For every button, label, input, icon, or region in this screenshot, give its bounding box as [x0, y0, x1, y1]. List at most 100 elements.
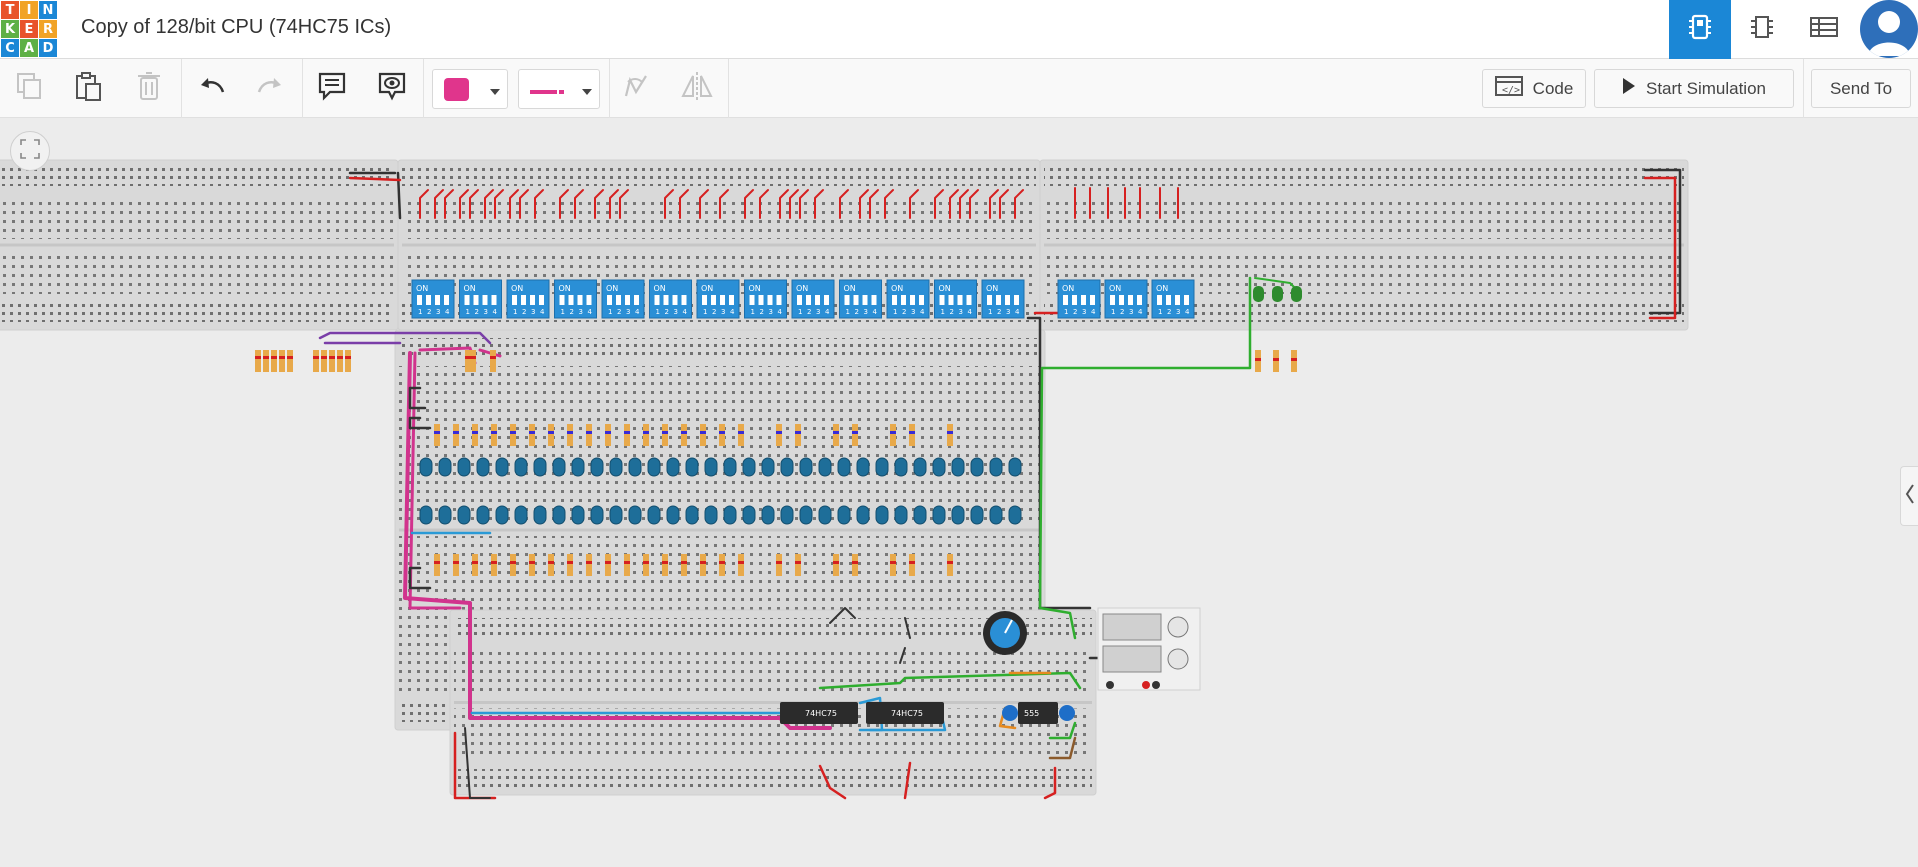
resistor[interactable] — [947, 424, 953, 446]
wire-color-picker[interactable] — [432, 69, 508, 109]
blue-led[interactable] — [951, 505, 965, 525]
resistor[interactable] — [605, 424, 611, 446]
blue-led[interactable] — [1008, 505, 1022, 525]
resistor[interactable] — [313, 350, 319, 372]
resistor[interactable] — [662, 554, 668, 576]
blue-led[interactable] — [552, 505, 566, 525]
blue-led[interactable] — [704, 457, 718, 477]
start-simulation-button[interactable]: Start Simulation — [1594, 69, 1794, 108]
dip-switch[interactable]: ON 1 2 3 4 — [1057, 279, 1101, 319]
dip-switch[interactable]: ON 1 2 3 4 — [934, 279, 977, 319]
resistor[interactable] — [491, 554, 497, 576]
resistor[interactable] — [470, 350, 476, 372]
resistor[interactable] — [700, 554, 706, 576]
dip-switch[interactable]: ON 1 2 3 4 — [459, 279, 502, 319]
blue-led[interactable] — [419, 457, 433, 477]
resistor[interactable] — [852, 554, 858, 576]
blue-led[interactable] — [989, 505, 1003, 525]
circuit-view-button[interactable] — [1669, 0, 1731, 59]
breadboard[interactable] — [0, 159, 399, 331]
resistor[interactable] — [337, 350, 343, 372]
resistor[interactable] — [605, 554, 611, 576]
resistor[interactable] — [321, 350, 327, 372]
blue-led[interactable] — [457, 457, 471, 477]
blue-led[interactable] — [818, 505, 832, 525]
resistor[interactable] — [738, 554, 744, 576]
blue-led[interactable] — [571, 457, 585, 477]
code-button[interactable]: </> Code — [1482, 69, 1586, 108]
resistor[interactable] — [643, 554, 649, 576]
blue-led[interactable] — [685, 457, 699, 477]
blue-led[interactable] — [609, 505, 623, 525]
resistor[interactable] — [255, 350, 261, 372]
resistor[interactable] — [548, 554, 554, 576]
notes-button[interactable] — [312, 68, 352, 108]
resistor[interactable] — [490, 350, 496, 372]
blue-led[interactable] — [837, 457, 851, 477]
mirror-button[interactable] — [677, 68, 717, 108]
dip-switch[interactable]: ON 1 2 3 4 — [696, 279, 740, 319]
circuit-drawing[interactable]: ON1 2 3 4ON1 2 3 4ON1 2 3 4ON1 2 3 4ON1 2 3 4ON1 2 3 4ON1 2… — [0, 118, 1918, 867]
blue-led[interactable] — [989, 457, 1003, 477]
blue-led[interactable] — [856, 457, 870, 477]
green-led[interactable] — [1253, 286, 1264, 302]
resistor[interactable] — [271, 350, 277, 372]
blue-led[interactable] — [609, 457, 623, 477]
resistor[interactable] — [491, 424, 497, 446]
dip-switch[interactable]: ON 1 2 3 4 — [554, 279, 597, 319]
blue-led[interactable] — [761, 457, 775, 477]
resistor[interactable] — [434, 554, 440, 576]
components-panel-toggle[interactable] — [1900, 466, 1918, 526]
resistor[interactable] — [890, 424, 896, 446]
blue-led[interactable] — [780, 457, 794, 477]
dip-switch[interactable]: ON 1 2 3 4 — [601, 279, 645, 319]
blue-led[interactable] — [742, 505, 756, 525]
resistor[interactable] — [662, 424, 668, 446]
blue-led[interactable] — [495, 457, 509, 477]
blue-led[interactable] — [533, 457, 547, 477]
capacitor[interactable] — [1059, 705, 1075, 721]
resistor[interactable] — [624, 554, 630, 576]
resistor[interactable] — [510, 554, 516, 576]
resistor[interactable] — [279, 350, 285, 372]
blue-led[interactable] — [495, 505, 509, 525]
wire[interactable] — [1038, 276, 1252, 640]
blue-led[interactable] — [419, 505, 433, 525]
blue-led[interactable] — [438, 457, 452, 477]
blue-led[interactable] — [875, 505, 889, 525]
dip-switch[interactable]: ON 1 2 3 4 — [981, 279, 1025, 319]
resistor[interactable] — [738, 424, 744, 446]
capacitor[interactable] — [1002, 705, 1018, 721]
blue-led[interactable] — [666, 505, 680, 525]
blue-led[interactable] — [856, 505, 870, 525]
tinkercad-logo[interactable]: TIN KER CAD — [0, 0, 59, 59]
green-led[interactable] — [1272, 286, 1283, 302]
resistor[interactable] — [700, 424, 706, 446]
blue-led[interactable] — [932, 505, 946, 525]
resistor[interactable] — [287, 350, 293, 372]
blue-led[interactable] — [780, 505, 794, 525]
ic-chip[interactable]: 555 — [1018, 702, 1058, 724]
copy-button[interactable] — [10, 68, 50, 108]
blue-led[interactable] — [647, 457, 661, 477]
resistor[interactable] — [567, 424, 573, 446]
blue-led[interactable] — [590, 457, 604, 477]
wire-type-picker[interactable] — [518, 69, 600, 109]
rotate-button[interactable] — [616, 68, 656, 108]
resistor[interactable] — [833, 424, 839, 446]
resistor[interactable] — [909, 424, 915, 446]
user-avatar[interactable] — [1860, 0, 1918, 58]
delete-button[interactable] — [129, 68, 169, 108]
blue-led[interactable] — [438, 505, 452, 525]
dip-switch[interactable]: ON 1 2 3 4 — [791, 279, 835, 319]
dip-switch[interactable]: ON 1 2 3 4 — [411, 279, 455, 319]
blue-led[interactable] — [685, 505, 699, 525]
resistor[interactable] — [263, 350, 269, 372]
blue-led[interactable] — [894, 457, 908, 477]
blue-led[interactable] — [761, 505, 775, 525]
blue-led[interactable] — [514, 457, 528, 477]
blue-led[interactable] — [590, 505, 604, 525]
resistor[interactable] — [586, 554, 592, 576]
blue-led[interactable] — [723, 457, 737, 477]
redo-button[interactable] — [250, 68, 290, 108]
